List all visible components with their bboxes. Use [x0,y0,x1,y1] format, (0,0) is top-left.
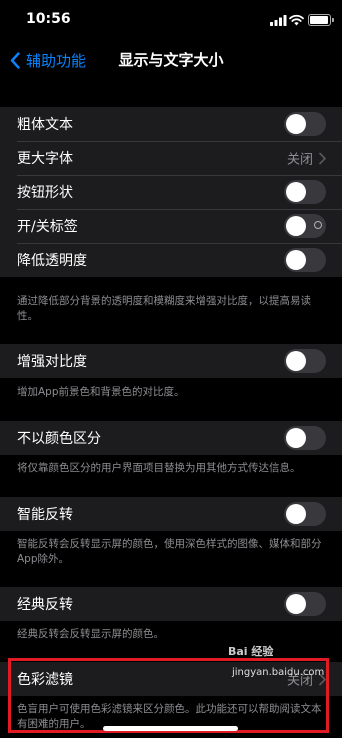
differentiate-without-color-row: 不以颜色区分 [0,421,342,455]
larger-text-value-text: 关闭 [286,152,313,168]
baidu-watermark: Bai 经验 jingyan.baidu.com [226,640,338,686]
wifi-icon [289,14,304,26]
status-bar: 10:56 [0,0,342,44]
toggle-knob [286,351,306,371]
classic-invert-row: 经典反转 [0,587,342,621]
increase-contrast-row: 增强对比度 [0,344,342,378]
page-title: 显示与文字大小 [118,51,224,69]
on-off-labels-label: 开/关标签 [17,219,78,235]
reduce-transparency-footer: 通过降低部分背景的透明度和模糊度来增强对比度，以提高易读性。 [17,295,311,322]
smart-invert-toggle[interactable] [284,502,326,526]
increase-contrast-group: 增强对比度 [0,344,342,378]
smart-invert-row: 智能反转 [0,497,342,531]
larger-text-label: 更大字体 [17,151,73,167]
increase-contrast-label: 增强对比度 [17,354,87,370]
smart-invert-group: 智能反转 [0,497,342,531]
text-settings-group: 粗体文本 更大字体 关闭 按钮形状 开/关标签 降低透明度 [0,107,342,277]
button-shapes-row: 按钮形状 [0,175,342,209]
larger-text-row[interactable]: 更大字体 关闭 [0,141,342,175]
off-label-icon [314,221,322,229]
differentiate-without-color-footer: 将仅靠颜色区分的用户界面项目替换为用其他方式传达信息。 [17,462,301,474]
status-time: 10:56 [26,11,71,27]
classic-invert-label: 经典反转 [17,597,73,613]
button-shapes-label: 按钮形状 [17,185,73,201]
reduce-transparency-label: 降低透明度 [17,253,87,269]
baidu-jingyan-logo: Bai 经验 [228,645,274,658]
toggle-knob [286,428,306,448]
larger-text-value[interactable]: 关闭 [287,149,326,168]
classic-invert-toggle[interactable] [284,592,326,616]
toggle-knob [286,504,306,524]
smart-invert-footer: 智能反转会反转显示屏的颜色，使用深色样式的图像、媒体和部分App除外。 [17,538,322,565]
bold-text-toggle[interactable] [284,112,326,136]
navigation-bar: 辅助功能 显示与文字大小 [0,44,342,80]
toggle-knob [286,182,306,202]
differentiate-without-color-label: 不以颜色区分 [17,431,101,447]
button-shapes-toggle[interactable] [284,180,326,204]
bold-text-row: 粗体文本 [0,107,342,141]
chevron-right-icon [319,152,326,164]
on-off-labels-toggle[interactable] [284,214,326,238]
increase-contrast-footer: 增加App前景色和背景色的对比度。 [17,386,185,398]
color-filters-label: 色彩滤镜 [17,672,73,688]
toggle-knob [286,216,306,236]
differentiate-without-color-toggle[interactable] [284,426,326,450]
classic-invert-group: 经典反转 [0,587,342,621]
cellular-signal-icon [270,15,287,26]
bold-text-label: 粗体文本 [17,117,73,133]
home-indicator[interactable] [103,726,238,731]
smart-invert-label: 智能反转 [17,507,73,523]
toggle-knob [286,594,306,614]
on-off-labels-row: 开/关标签 [0,209,342,243]
toggle-knob [286,114,306,134]
watermark-url: jingyan.baidu.com [232,667,325,678]
increase-contrast-toggle[interactable] [284,349,326,373]
reduce-transparency-row: 降低透明度 [0,243,342,277]
battery-icon [308,14,334,26]
reduce-transparency-toggle[interactable] [284,248,326,272]
differentiate-without-color-group: 不以颜色区分 [0,421,342,455]
toggle-knob [286,250,306,270]
